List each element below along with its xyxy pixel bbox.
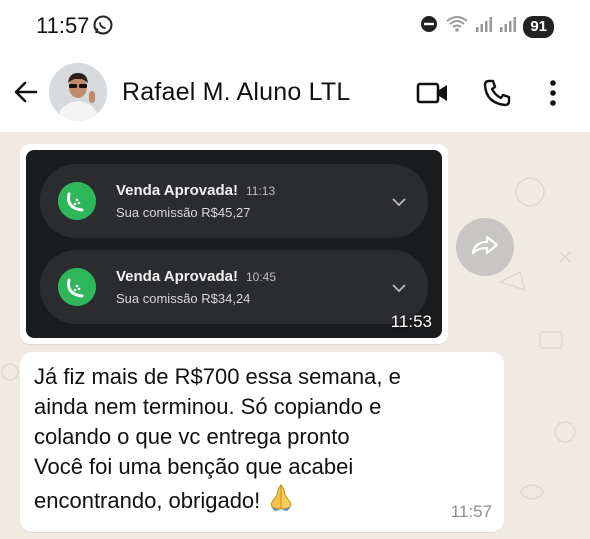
wifi-icon (445, 14, 469, 39)
message-line: colando o que vc entrega pronto (34, 424, 350, 449)
message-line: Você foi uma benção que acabei (34, 454, 354, 479)
avatar[interactable] (49, 63, 107, 121)
notification-card: Venda Aprovada! 10:45 Sua comissão R$34,… (40, 250, 428, 324)
image-message-time: 11:53 (390, 312, 432, 331)
message-line: ainda nem terminou. Só copiando e (34, 394, 382, 419)
status-bar: 11:57 91 (0, 0, 590, 54)
notification-card: Venda Aprovada! 11:13 Sua comissão R$45,… (40, 164, 428, 238)
kiwify-app-icon (58, 268, 96, 306)
chevron-down-icon (392, 280, 406, 298)
contact-name[interactable]: Rafael M. Aluno LTL (122, 78, 350, 107)
notification-title: Venda Aprovada! (116, 182, 238, 199)
notification-screenshot[interactable]: Venda Aprovada! 11:13 Sua comissão R$45,… (26, 150, 442, 338)
kiwify-app-icon (58, 182, 96, 220)
chat-area[interactable]: Venda Aprovada! 11:13 Sua comissão R$45,… (0, 132, 590, 539)
whatsapp-status-icon (92, 14, 114, 41)
forward-icon (470, 233, 500, 262)
more-vert-icon[interactable] (548, 78, 558, 113)
text-message-time: 11:57 (450, 502, 492, 521)
status-indicators: 91 (419, 14, 554, 39)
forward-button[interactable] (456, 218, 514, 276)
notification-subtitle: Sua comissão R$45,27 (116, 205, 251, 220)
notification-subtitle: Sua comissão R$34,24 (116, 291, 251, 306)
signal-icon-1 (475, 15, 493, 38)
notification-time: 10:45 (246, 270, 277, 284)
chevron-down-icon (392, 194, 406, 212)
text-message-bubble[interactable]: Já fiz mais de R$700 essa semana, e aind… (20, 352, 504, 532)
praying-hands-icon (266, 482, 296, 520)
message-line: encontrando, obrigado! (34, 488, 261, 513)
chat-header: Rafael M. Aluno LTL (0, 54, 590, 132)
notification-time: 11:13 (246, 184, 276, 198)
battery-badge: 91 (523, 15, 554, 38)
video-camera-icon[interactable] (416, 80, 450, 111)
signal-icon-2 (499, 15, 517, 38)
phone-icon[interactable] (482, 78, 512, 113)
message-line-last: encontrando, obrigado! (34, 482, 490, 520)
notification-title: Venda Aprovada! (116, 268, 238, 285)
image-message-bubble[interactable]: Venda Aprovada! 11:13 Sua comissão R$45,… (20, 144, 448, 344)
do-not-disturb-icon (419, 14, 439, 39)
arrow-left-icon[interactable] (12, 78, 40, 111)
status-time: 11:57 (36, 13, 90, 38)
message-line: Já fiz mais de R$700 essa semana, e (34, 364, 401, 389)
